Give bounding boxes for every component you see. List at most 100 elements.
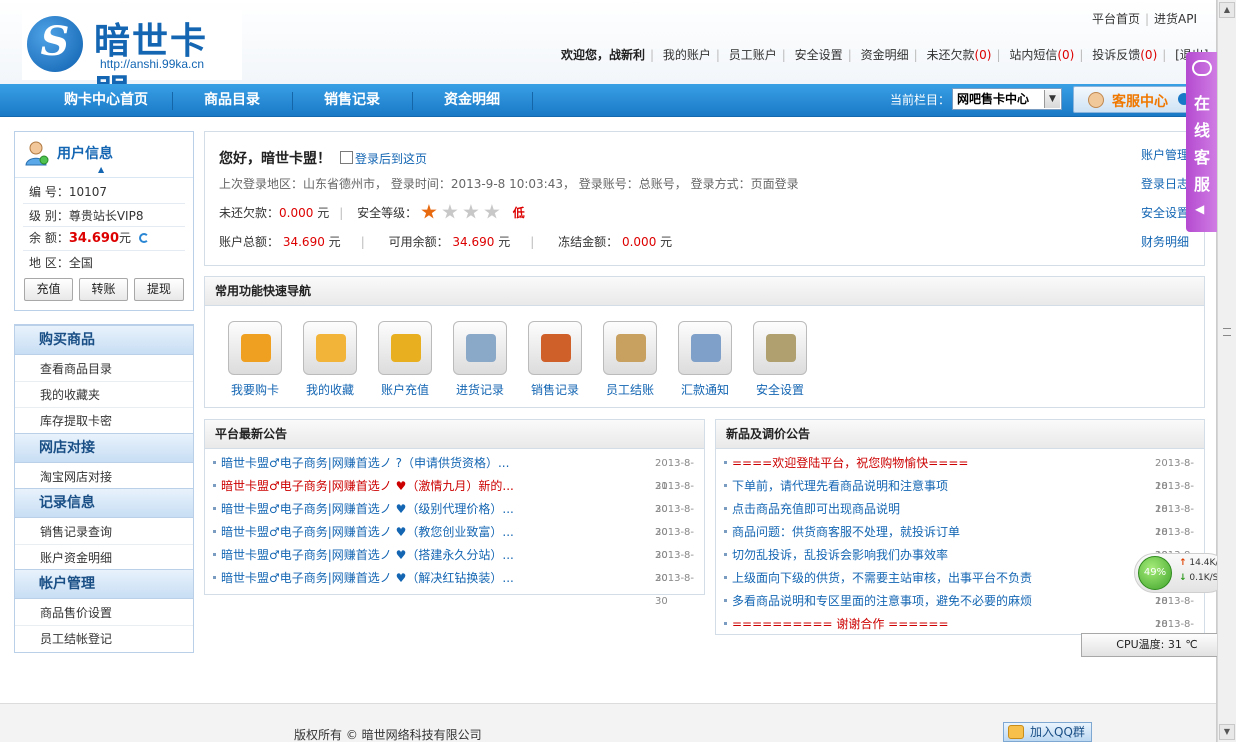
bullet-icon <box>724 461 727 464</box>
balance-row: 账户总额： 34.690 元 | 可用余额： 34.690 元 | 冻结金额： 0.… <box>219 235 673 249</box>
debt-label: 未还欠款： <box>219 206 280 220</box>
menu-home[interactable]: 购卡中心首页 <box>50 84 162 117</box>
nav-security[interactable]: 安全设置 <box>795 48 843 62</box>
notice-row[interactable]: 暗世卡盟♂电子商务|网赚首选ノ ♥（搭建永久分站）... <box>213 544 514 567</box>
quick-nav-security[interactable]: 安全设置 <box>749 321 811 398</box>
link-account-management[interactable]: 账户管理 <box>1141 146 1189 163</box>
link-security-settings[interactable]: 安全设置 <box>1141 204 1189 221</box>
menu-funds[interactable]: 资金明细 <box>428 84 516 117</box>
arrow-up-icon: ↑ <box>1179 558 1187 568</box>
welcome-panel: 您好，暗世卡盟！ 登录后到这页 上次登录地区：山东省德州市， 登录时间：2013… <box>204 131 1205 266</box>
nav-my-account[interactable]: 我的账户 <box>663 48 711 62</box>
notice-text: ====欢迎登陆平台，祝您购物愉快==== <box>732 456 969 470</box>
notice-text: ========== 谢谢合作 ====== <box>732 617 949 631</box>
notice-row[interactable]: 多看商品说明和专区里面的注意事项，避免不必要的麻烦 <box>724 590 1032 613</box>
notice-row[interactable]: 暗世卡盟♂电子商务|网赚首选ノ ♥（教您创业致富）... <box>213 521 514 544</box>
landing-checkbox[interactable] <box>340 151 353 164</box>
notice-row[interactable]: 暗世卡盟♂电子商务|网赚首选ノ ♥（级别代理价格）... <box>213 498 514 521</box>
scroll-up-arrow-icon[interactable]: ▲ <box>1219 2 1235 18</box>
user-id-label: 编 号： <box>29 185 69 199</box>
left-nav-section-records[interactable]: 记录信息 <box>15 488 193 518</box>
user-balance-value: 34.690 <box>68 231 119 246</box>
notice-text: 点击商品充值即可出现商品说明 <box>732 502 901 516</box>
user-info-title: 用户信息 <box>57 146 113 162</box>
user-balance-label: 余 额： <box>29 231 69 245</box>
left-nav-section-buy[interactable]: 购买商品 <box>15 325 193 355</box>
online-service-tab[interactable]: 在 线 客 服 ◀ <box>1186 52 1217 232</box>
landing-checkbox-label[interactable]: 登录后到这页 <box>355 150 427 167</box>
vertical-scrollbar[interactable]: ▲ ▼ <box>1217 0 1236 742</box>
star-icon <box>463 204 479 219</box>
caret-up-icon[interactable]: ▲ <box>98 165 104 174</box>
menu-catalog[interactable]: 商品目录 <box>188 84 276 117</box>
download-speed: ↓ 0.1K/S <box>1179 573 1219 583</box>
scroll-down-arrow-icon[interactable]: ▼ <box>1219 724 1235 740</box>
bullet-icon <box>724 622 727 625</box>
quick-nav-favorites[interactable]: 我的收藏 <box>299 321 361 398</box>
scroll-grip[interactable] <box>1223 328 1231 336</box>
notice-row[interactable]: ========== 谢谢合作 ====== <box>724 613 949 636</box>
notice-row[interactable]: 上级面向下级的供货，不需要主站审核，出事平台不负责 <box>724 567 1032 590</box>
left-nav-section-account[interactable]: 帐户管理 <box>15 569 193 599</box>
quick-nav-recharge[interactable]: 账户充值 <box>374 321 436 398</box>
left-nav-section-shop[interactable]: 网店对接 <box>15 433 193 463</box>
notice-row[interactable]: ====欢迎登陆平台，祝您购物愉快==== <box>724 452 968 475</box>
current-column-select[interactable]: 网吧售卡中心 ▼ <box>952 88 1062 110</box>
quick-nav-purchase-records[interactable]: 进货记录 <box>449 321 511 398</box>
nav-funds[interactable]: 资金明细 <box>861 48 909 62</box>
magnifier-icon <box>466 334 496 362</box>
customer-service-label: 客服中心 <box>1112 94 1168 110</box>
left-nav-item-card-keys[interactable]: 库存提取卡密 <box>15 408 193 434</box>
notice-row[interactable]: 暗世卡盟♂电子商务|网赚首选ノ ♥（激情九月）新的... <box>213 475 514 498</box>
left-nav-item-favorites[interactable]: 我的收藏夹 <box>15 382 193 408</box>
logo-emblem: S <box>27 16 83 72</box>
link-login-log[interactable]: 登录日志 <box>1141 175 1189 192</box>
price-notices-panel: 新品及调价公告 ====欢迎登陆平台，祝您购物愉快==== 2013-8-18 下单… <box>715 419 1205 653</box>
star-icon <box>316 334 346 362</box>
left-nav-item-price-settings[interactable]: 商品售价设置 <box>15 600 193 626</box>
quick-nav-remittance[interactable]: 汇款通知 <box>674 321 736 398</box>
notice-date: 2013-8-18 <box>1155 596 1195 630</box>
customer-service-button[interactable]: 客服中心 <box>1073 86 1193 113</box>
chevron-down-icon[interactable]: ▼ <box>1044 90 1060 108</box>
network-speed-widget[interactable]: 49% ↑ 14.4K/S ↓ 0.1K/S <box>1134 553 1228 593</box>
logo[interactable]: S 暗世卡盟 http://anshi.99ka.cn <box>22 10 242 114</box>
refresh-icon[interactable] <box>139 233 150 243</box>
notice-row[interactable]: 暗世卡盟♂电子商务|网赚首选ノ ?（申请供货资格）... <box>213 452 509 475</box>
notice-row[interactable]: 暗世卡盟♂电子商务|网赚首选ノ ♥（解决红钻换装）... <box>213 567 514 590</box>
left-nav-item-staff-billing[interactable]: 员工结帐登记 <box>15 626 193 652</box>
bullet-icon <box>213 553 216 556</box>
join-qq-group-button[interactable]: 加入QQ群 <box>1003 722 1092 742</box>
bullet-icon <box>724 576 727 579</box>
star-icon <box>421 204 437 219</box>
qq-icon <box>1008 725 1024 739</box>
transfer-button[interactable]: 转账 <box>79 278 128 301</box>
bullet-icon <box>724 530 727 533</box>
nav-debt[interactable]: 未还欠款(0) <box>926 48 991 62</box>
user-level-value: 尊贵站长VIP8 <box>68 209 144 223</box>
nav-complaints[interactable]: 投诉反馈(0) <box>1092 48 1157 62</box>
quick-nav-sales-records[interactable]: 销售记录 <box>524 321 586 398</box>
quick-nav-panel: 常用功能快速导航 我要购卡 我的收藏 账户充值 进货记录 销售记录 员工结账 汇… <box>204 276 1205 408</box>
top-link-api[interactable]: 进货API <box>1154 12 1197 26</box>
recharge-button[interactable]: 充值 <box>24 278 73 301</box>
left-nav-item-sales-query[interactable]: 销售记录查询 <box>15 519 193 545</box>
left-nav-item-catalog[interactable]: 查看商品目录 <box>15 356 193 382</box>
withdraw-button[interactable]: 提现 <box>134 278 184 301</box>
left-nav-item-taobao[interactable]: 淘宝网店对接 <box>15 464 193 490</box>
notice-row[interactable]: 点击商品充值即可出现商品说明 <box>724 498 900 521</box>
left-nav-item-fund-details[interactable]: 账户资金明细 <box>15 545 193 571</box>
arrow-left-icon[interactable]: ◀ <box>1195 202 1204 216</box>
bullet-icon <box>213 530 216 533</box>
link-finance-details[interactable]: 财务明细 <box>1141 233 1189 250</box>
top-link-home[interactable]: 平台首页 <box>1092 12 1140 26</box>
quick-nav-staff-billing[interactable]: 员工结账 <box>599 321 661 398</box>
menu-sales[interactable]: 销售记录 <box>308 84 396 117</box>
notice-row[interactable]: 切勿乱投诉，乱投诉会影响我们办事效率 <box>724 544 948 567</box>
star-icon <box>484 204 500 219</box>
notice-row[interactable]: 下单前，请代理先看商品说明和注意事项 <box>724 475 948 498</box>
nav-staff-account[interactable]: 员工账户 <box>729 48 777 62</box>
notice-row[interactable]: 商品问题：供货商客服不处理，就投诉订单 <box>724 521 960 544</box>
quick-nav-buy-card[interactable]: 我要购卡 <box>224 321 286 398</box>
nav-messages[interactable]: 站内短信(0) <box>1009 48 1074 62</box>
